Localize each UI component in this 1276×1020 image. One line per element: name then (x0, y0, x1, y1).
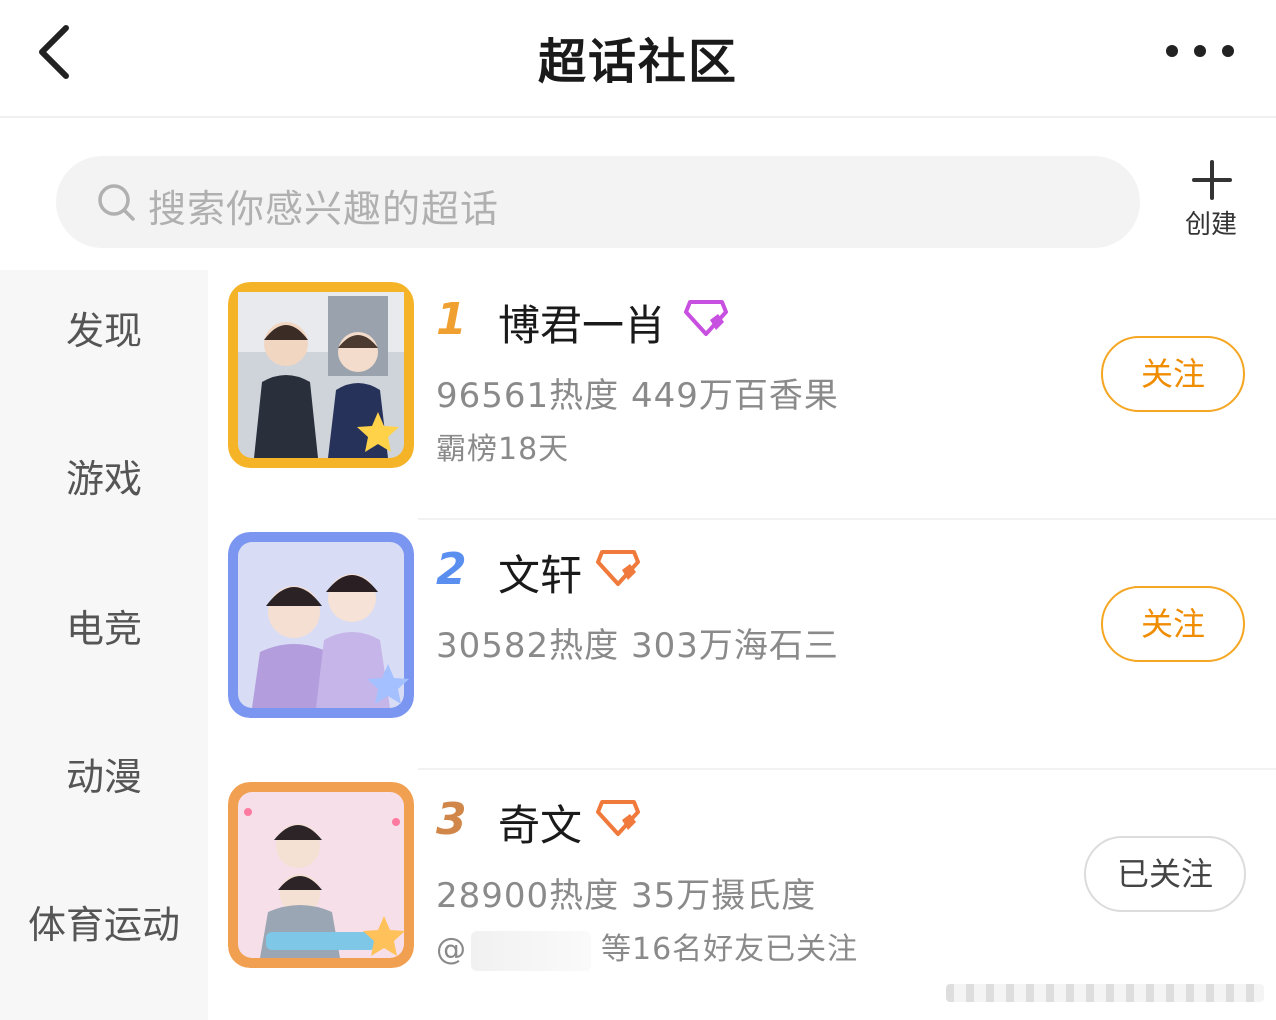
level-badge-icon (596, 550, 640, 586)
topic-avatar[interactable] (228, 782, 414, 968)
rank-number: 2 (436, 544, 467, 595)
friends-count-text: 等16名好友已关注 (601, 932, 859, 967)
at-symbol: @ (436, 932, 467, 967)
list-item[interactable]: 3 奇文 28900热度 35万摄氏度 @ 等16名好友已关注 已关注 (208, 770, 1276, 1020)
plus-icon (1192, 160, 1232, 200)
sidebar-item-anime[interactable]: 动漫 (0, 746, 208, 801)
search-input[interactable]: 搜索你感兴趣的超话 (56, 156, 1140, 248)
sidebar-item-games[interactable]: 游戏 (0, 448, 208, 503)
search-placeholder: 搜索你感兴趣的超话 (148, 187, 500, 231)
topic-stats: 30582热度 303万海石三 (436, 626, 839, 666)
rank-number: 1 (436, 294, 467, 345)
level-badge-icon (684, 300, 728, 336)
sidebar-item-discover[interactable]: 发现 (0, 300, 208, 355)
follow-button[interactable]: 关注 (1101, 586, 1245, 662)
page-title: 超话社区 (537, 34, 738, 90)
level-badge-icon (596, 800, 640, 836)
topic-avatar[interactable] (228, 532, 414, 718)
topic-name: 奇文 (498, 801, 583, 850)
category-sidebar: 发现 游戏 电竞 动漫 体育运动 (0, 270, 208, 1020)
more-dots-icon (1166, 45, 1234, 57)
sidebar-item-sports[interactable]: 体育运动 (0, 894, 208, 949)
blurred-friend-name (471, 930, 591, 971)
topic-name: 文轩 (498, 551, 583, 600)
top-nav-bar: 超话社区 (0, 0, 1276, 118)
friends-following-text: @ 等16名好友已关注 (436, 924, 858, 971)
avatar-image (228, 532, 414, 718)
topic-list: 1 博君一肖 96561热度 449万百香果 霸榜18天 关注 2 文轩 305… (208, 270, 1276, 1020)
rank-number: 3 (436, 794, 467, 845)
follow-button[interactable]: 关注 (1101, 336, 1245, 412)
watermark-bar (946, 984, 1264, 1002)
create-label: 创建 (1184, 210, 1237, 240)
topic-stats: 96561热度 449万百香果 (436, 376, 839, 416)
topic-subtext: 霸榜18天 (436, 432, 570, 467)
list-item[interactable]: 1 博君一肖 96561热度 449万百香果 霸榜18天 关注 (208, 270, 1276, 520)
create-button[interactable]: 创建 (1176, 160, 1246, 240)
following-button[interactable]: 已关注 (1084, 836, 1246, 912)
topic-avatar[interactable] (228, 282, 414, 468)
avatar-image (228, 782, 414, 968)
avatar-image (228, 282, 414, 468)
topic-name: 博君一肖 (498, 301, 667, 350)
sidebar-item-esports[interactable]: 电竞 (0, 598, 208, 653)
topic-stats: 28900热度 35万摄氏度 (436, 876, 817, 916)
list-item[interactable]: 2 文轩 30582热度 303万海石三 关注 (208, 520, 1276, 770)
search-row: 搜索你感兴趣的超话 创建 (0, 120, 1276, 270)
more-button[interactable] (1160, 36, 1240, 66)
search-icon (98, 184, 135, 221)
